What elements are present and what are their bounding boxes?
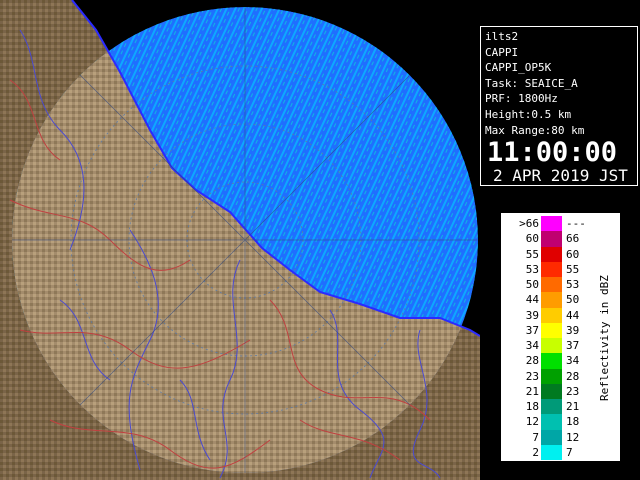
legend-swatch xyxy=(541,292,562,308)
legend-upper-bound: --- xyxy=(566,217,586,230)
prf-label: PRF: 1800Hz xyxy=(485,92,558,106)
legend-lower-bound: 23 xyxy=(525,369,539,383)
product-type: CAPPI xyxy=(485,45,519,59)
legend-swatch xyxy=(541,322,562,338)
legend-lower-bound: 39 xyxy=(525,308,539,322)
legend-swatch xyxy=(541,414,562,430)
legend-upper-bound: 28 xyxy=(566,369,580,383)
legend-lower-bound: 28 xyxy=(525,354,539,368)
legend-upper-bound: 55 xyxy=(566,262,580,276)
legend-row: 50 53 xyxy=(503,277,599,293)
legend-upper-bound: 44 xyxy=(566,308,580,322)
legend-upper-bound: 21 xyxy=(566,400,580,413)
legend-row: 7 12 xyxy=(503,429,599,445)
legend-lower-bound: 2 xyxy=(532,445,539,459)
legend-lower-bound: 34 xyxy=(525,339,539,352)
legend-upper-bound: 37 xyxy=(566,339,580,352)
legend-row: 44 50 xyxy=(503,292,599,308)
legend-swatch xyxy=(541,368,562,384)
observation-time: 11:00:00 xyxy=(487,137,618,169)
legend-row: 55 60 xyxy=(503,246,599,262)
legend-swatch xyxy=(541,231,562,247)
legend-swatch xyxy=(541,338,562,354)
legend-row: 23 28 xyxy=(503,368,599,384)
legend-title: Reflectivity in dBZ xyxy=(598,275,611,401)
info-panel: ilts2 CAPPI CAPPI_OP5K Task: SEAICE_A PR… xyxy=(480,26,638,186)
legend-upper-bound: 23 xyxy=(566,384,580,398)
legend-lower-bound: 7 xyxy=(532,430,539,444)
legend-row: 39 44 xyxy=(503,307,599,323)
legend-swatch xyxy=(541,277,562,293)
legend-lower-bound: 37 xyxy=(525,323,539,337)
legend-row: 53 55 xyxy=(503,261,599,277)
legend-row: 21 23 xyxy=(503,383,599,399)
legend-swatch xyxy=(541,216,562,232)
legend-upper-bound: 12 xyxy=(566,430,580,444)
legend-swatch xyxy=(541,261,562,277)
legend-row: >66 --- xyxy=(503,216,599,232)
legend-upper-bound: 50 xyxy=(566,293,580,307)
observation-date: 2 APR 2019 JST xyxy=(493,166,628,186)
height-label: Height:0.5 km xyxy=(485,107,572,121)
legend-row: 12 18 xyxy=(503,414,599,430)
legend-lower-bound: 55 xyxy=(525,247,539,261)
max-range-label: Max Range:80 km xyxy=(485,123,585,137)
legend-row: 60 66 xyxy=(503,231,599,247)
legend-lower-bound: 53 xyxy=(525,262,539,276)
legend-row: 37 39 xyxy=(503,322,599,338)
legend-swatch xyxy=(541,353,562,369)
legend-lower-bound: 21 xyxy=(525,384,539,398)
legend-lower-bound: 60 xyxy=(525,232,539,246)
legend-lower-bound: 12 xyxy=(525,415,539,429)
radar-map xyxy=(0,0,480,480)
legend-row: 34 37 xyxy=(503,338,599,354)
legend-upper-bound: 7 xyxy=(566,445,573,459)
legend-row: 28 34 xyxy=(503,353,599,369)
legend-swatch xyxy=(541,246,562,262)
product-id: CAPPI_OP5K xyxy=(485,61,552,75)
radar-name: ilts2 xyxy=(485,30,519,43)
reflectivity-legend: >66 --- 60 66 55 60 53 55 50 53 44 50 39 44 37 39 34 37 28… xyxy=(500,212,621,462)
legend-row: 18 21 xyxy=(503,399,599,415)
legend-swatch xyxy=(541,444,562,460)
legend-upper-bound: 60 xyxy=(566,247,580,261)
legend-swatch xyxy=(541,383,562,399)
legend-swatch xyxy=(541,399,562,415)
legend-upper-bound: 34 xyxy=(566,354,580,368)
legend-upper-bound: 39 xyxy=(566,323,580,337)
radial-grid xyxy=(12,7,478,473)
legend-lower-bound: 18 xyxy=(525,400,539,413)
legend-upper-bound: 66 xyxy=(566,232,580,246)
legend-upper-bound: 53 xyxy=(566,278,580,291)
legend-upper-bound: 18 xyxy=(566,415,580,429)
legend-row: 27 xyxy=(503,444,599,460)
legend-lower-bound: 44 xyxy=(525,293,539,307)
legend-swatch xyxy=(541,429,562,445)
legend-swatch xyxy=(541,307,562,323)
task-label: Task: SEAICE_A xyxy=(485,76,578,90)
legend-lower-bound: >66 xyxy=(519,217,539,230)
legend-rows: >66 --- 60 66 55 60 53 55 50 53 44 50 39 44 37 39 34 37 28… xyxy=(503,216,599,460)
legend-lower-bound: 50 xyxy=(525,278,539,291)
